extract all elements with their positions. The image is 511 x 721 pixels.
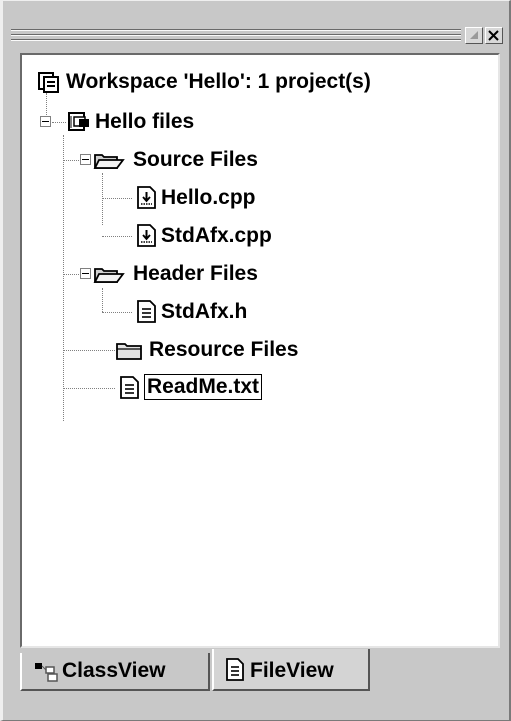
tree-item-label: Header Files	[133, 262, 258, 285]
tree-item-label: Workspace 'Hello': 1 project(s)	[66, 70, 371, 93]
tree-item-label-selected: ReadMe.txt	[144, 374, 263, 400]
tree-item-label: StdAfx.h	[161, 300, 248, 323]
close-button[interactable]	[485, 27, 503, 44]
cpp-file-icon	[137, 224, 156, 247]
fileview-icon	[226, 658, 244, 681]
header-files-collapse-toggle[interactable]	[80, 268, 91, 279]
tab-classview[interactable]: ClassView	[20, 653, 210, 691]
classview-icon	[35, 663, 58, 682]
tree-item-label: Hello files	[95, 110, 195, 133]
folder-closed-icon	[116, 343, 142, 360]
tree-item-label: Hello.cpp	[161, 186, 256, 209]
workspace-icon	[38, 72, 59, 93]
tab-label: FileView	[250, 659, 334, 682]
text-file-icon	[137, 300, 156, 323]
folder-open-icon	[93, 154, 125, 169]
tree-item-label: Source Files	[133, 148, 258, 171]
tree-item-label: Resource Files	[149, 338, 299, 361]
folder-open-icon	[93, 268, 125, 283]
workspace-panel: Workspace 'Hello': 1 project(s) Hello fi…	[0, 0, 511, 721]
tab-fileview[interactable]: FileView	[212, 649, 370, 691]
tree-item-label: StdAfx.cpp	[161, 224, 272, 247]
source-files-collapse-toggle[interactable]	[80, 154, 91, 165]
file-tree[interactable]: Workspace 'Hello': 1 project(s) Hello fi…	[20, 53, 500, 648]
minimize-button[interactable]	[465, 27, 483, 44]
tab-label: ClassView	[62, 659, 166, 682]
cpp-file-icon	[137, 186, 156, 209]
text-file-icon	[120, 376, 139, 399]
close-icon	[488, 30, 499, 41]
project-collapse-toggle[interactable]	[40, 116, 51, 127]
minimize-icon	[470, 31, 478, 39]
project-icon	[68, 112, 89, 131]
